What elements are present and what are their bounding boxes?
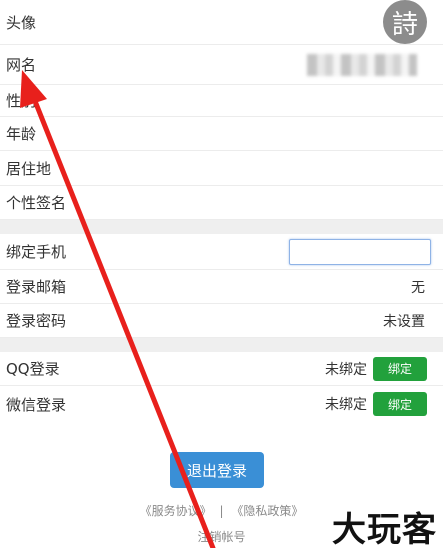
service-agreement-link[interactable]: 《服务协议》 — [140, 504, 212, 518]
residence-row[interactable]: 居住地 — [0, 151, 443, 186]
phone-input[interactable] — [289, 238, 431, 265]
signature-row[interactable]: 个性签名 — [0, 186, 443, 220]
nickname-value-blurred — [307, 53, 417, 76]
section-divider — [0, 220, 443, 234]
gender-label: 性别 — [6, 92, 37, 110]
qq-bind-button[interactable]: 绑定 — [373, 356, 427, 381]
age-row[interactable]: 年龄 — [0, 117, 443, 151]
password-label: 登录密码 — [6, 312, 67, 330]
logout-button[interactable]: 退出登录 — [170, 452, 264, 488]
signature-label: 个性签名 — [6, 194, 67, 212]
avatar-row[interactable]: 头像 詩 — [0, 0, 443, 45]
nickname-row[interactable]: 网名 — [0, 45, 443, 85]
age-label: 年龄 — [6, 125, 37, 143]
phone-row[interactable]: 绑定手机 — [0, 234, 443, 270]
section-divider — [0, 338, 443, 352]
email-label: 登录邮箱 — [6, 278, 67, 296]
password-value: 未设置 — [383, 313, 425, 330]
qq-login-label: QQ登录 — [6, 360, 60, 378]
wechat-login-label: 微信登录 — [6, 395, 67, 414]
email-row[interactable]: 登录邮箱 无 — [0, 270, 443, 304]
wechat-login-row: 微信登录 未绑定 绑定 — [0, 386, 443, 422]
qq-bind-status: 未绑定 — [325, 361, 367, 378]
gender-row[interactable]: 性别 — [0, 85, 443, 117]
wechat-bind-status: 未绑定 — [325, 397, 367, 413]
qq-login-row: QQ登录 未绑定 绑定 — [0, 352, 443, 386]
residence-label: 居住地 — [6, 159, 52, 178]
privacy-policy-link[interactable]: 《隐私政策》 — [231, 504, 303, 518]
avatar-label: 头像 — [6, 13, 37, 32]
password-row[interactable]: 登录密码 未设置 — [0, 304, 443, 338]
wechat-bind-button[interactable]: 绑定 — [373, 392, 427, 416]
link-separator: | — [219, 504, 224, 518]
avatar[interactable]: 詩 — [383, 0, 427, 44]
nickname-label: 网名 — [6, 56, 37, 74]
phone-label: 绑定手机 — [6, 243, 67, 261]
watermark: 大玩客 — [332, 510, 437, 548]
email-value: 无 — [411, 279, 425, 296]
